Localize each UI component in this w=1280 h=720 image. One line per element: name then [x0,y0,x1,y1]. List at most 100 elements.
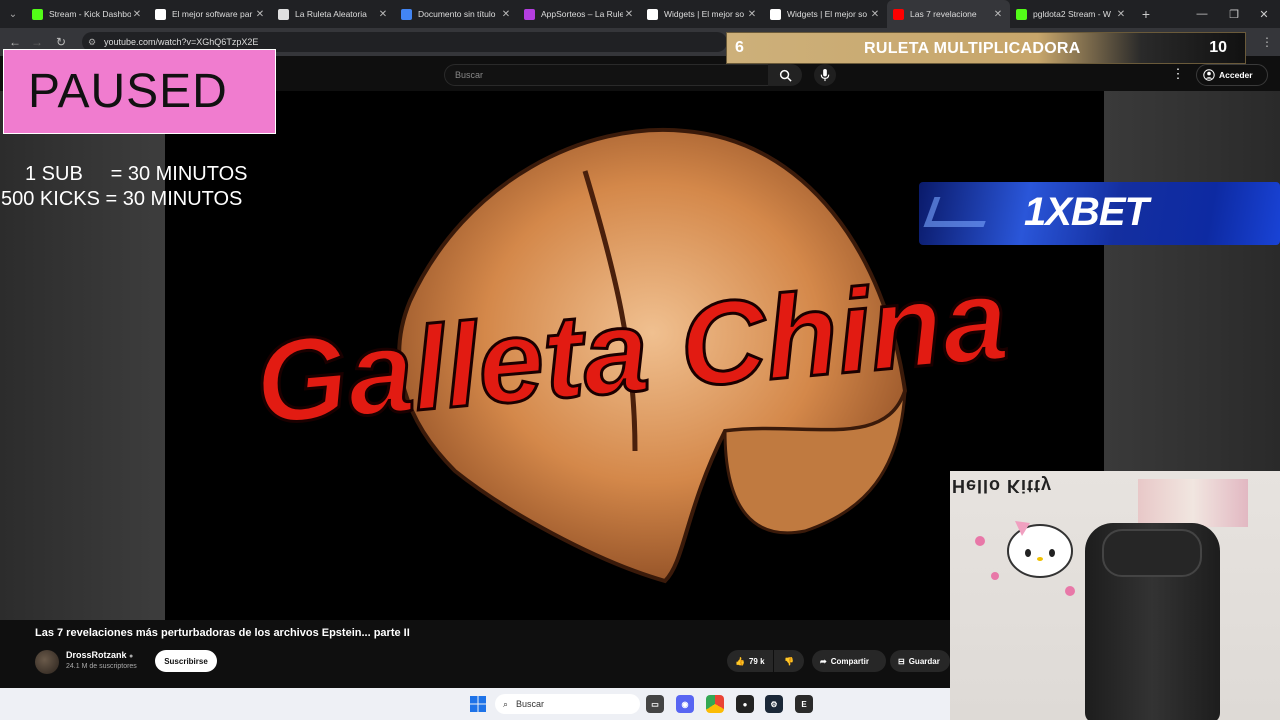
close-tab-icon[interactable]: ✕ [623,9,635,20]
roulette-widget: 6 RULETA MULTIPLICADORA 10 [726,32,1246,64]
share-icon: ➦ [820,656,827,666]
microphone-icon [820,68,830,81]
task-view-icon[interactable]: ▭ [646,695,664,713]
sign-in-button[interactable]: Acceder [1196,64,1268,86]
youtube-icon [893,8,904,20]
tab-title: La Ruleta Aleatoria [295,9,367,19]
channel-name[interactable]: DrossRotzank ● [66,650,133,660]
voice-search-button[interactable] [814,64,836,86]
tab-title: Las 7 revelacione [910,9,977,19]
account-icon [1203,69,1215,81]
paused-text: PAUSED [28,65,228,118]
like-button[interactable]: 👍 79 k [727,650,773,672]
youtube-search-button[interactable] [768,64,802,86]
tab-title: AppSorteos – La Rule [541,9,623,19]
like-count: 79 k [748,656,765,666]
browser-tab[interactable]: Widgets | El mejor so ✕ [641,0,764,28]
minimize-icon[interactable]: — [1186,0,1218,28]
browser-tab[interactable]: Documento sin título ✕ [395,0,518,28]
verified-icon: ● [129,653,134,660]
share-label: Compartir [830,656,869,666]
bookmark-icon: ⊟ [898,656,905,666]
docs-icon [401,8,412,20]
windows-start-icon[interactable] [469,695,487,713]
taskbar-search-icon: ⌕ [503,698,509,709]
search-icon [779,69,792,82]
url-text: youtube.com/watch?v=XGhQ6TzpX2E [104,37,259,47]
tab-title: Widgets | El mejor so [787,9,868,19]
browser-menu-icon[interactable]: ⋮ [1258,33,1276,51]
video-title[interactable]: Las 7 revelaciones más perturbadoras de … [35,627,410,639]
screen: ⌄ Stream - Kick Dashbo ✕ El mejor software… [0,0,1280,720]
roulette-title: RULETA MULTIPLICADORA [864,40,1081,57]
webcam-sign: Hello Kitty [952,476,1053,496]
discord-icon[interactable]: ◉ [676,695,694,713]
save-button[interactable]: ⊟ Guardar [890,650,950,672]
tab-strip: Stream - Kick Dashbo ✕ El mejor software p… [26,0,1133,28]
browser-tab[interactable]: Widgets | El mejor so ✕ [764,0,887,28]
sign-in-label: Acceder [1219,70,1253,80]
close-tab-icon[interactable]: ✕ [1115,9,1127,20]
subathon-rule-subs: 1 SUB = 30 MINUTOS [25,163,248,185]
globe-icon [278,8,289,20]
close-tab-icon[interactable]: ✕ [992,9,1004,20]
diamond-icon [155,8,166,20]
maximize-icon[interactable]: ❐ [1218,0,1250,28]
close-tab-icon[interactable]: ✕ [254,9,266,20]
more-options-icon[interactable]: ⋮ [1170,66,1186,84]
close-tab-icon[interactable]: ✕ [377,9,389,20]
close-tab-icon[interactable]: ✕ [746,9,758,20]
windows-taskbar: ▭ ◉ ● ⚙ E [0,688,950,720]
new-tab-button[interactable]: + [1133,6,1159,22]
hello-kitty-decal [975,521,1075,596]
taskbar-search[interactable]: ⌕ Buscar [495,694,640,714]
webcam-shelf [1138,479,1248,527]
tab-search-menu[interactable]: ⌄ [0,0,26,28]
channel-name-text: DrossRotzank [66,650,127,660]
thumbs-down-icon: 👎 [784,656,794,666]
channel-avatar[interactable] [35,650,59,674]
taskbar-search-label: Buscar [516,699,545,709]
roulette-left-value: 6 [735,39,744,56]
dislike-button[interactable]: 👎 [774,650,804,672]
browser-tab[interactable]: La Ruleta Aleatoria ✕ [272,0,395,28]
thumbs-up-icon: 👍 [735,656,745,666]
tab-title: El mejor software par [172,9,253,19]
subathon-rule-kicks: 500 KICKS = 30 MINUTOS [1,188,243,210]
kick-icon [32,8,43,20]
browser-tab[interactable]: El mejor software par ✕ [149,0,272,28]
browser-tab[interactable]: AppSorteos – La Rule ✕ [518,0,641,28]
diamond-icon [770,8,781,20]
youtube-search-input[interactable]: Buscar [444,64,768,86]
close-tab-icon[interactable]: ✕ [131,9,143,20]
subscriber-count: 24.1 M de suscriptores [66,663,137,670]
epic-games-icon[interactable]: E [795,695,813,713]
appsorteos-icon [524,8,535,20]
sponsor-logo: 1XBET [1024,190,1149,234]
webcam-feed: Hello Kitty [950,471,1280,720]
paused-overlay: PAUSED [3,49,276,134]
tab-title: Documento sin título [418,9,496,19]
right-background-panel [1104,91,1280,471]
steam-icon[interactable]: ⚙ [765,695,783,713]
diamond-icon [647,8,658,20]
roulette-right-value: 10 [1209,39,1227,56]
tab-title: pgldota2 Stream - W [1033,9,1111,19]
close-tab-icon[interactable]: ✕ [500,9,512,20]
share-button[interactable]: ➦ Compartir [812,650,886,672]
chair-headrest [1102,529,1202,577]
obs-icon[interactable]: ● [736,695,754,713]
save-label: Guardar [908,656,940,666]
subscribe-button[interactable]: Suscribirse [155,650,217,672]
kick-icon [1016,8,1027,20]
close-tab-icon[interactable]: ✕ [869,9,881,20]
site-info-icon[interactable]: ⚙ [88,37,96,48]
tab-title: Widgets | El mejor so [664,9,745,19]
browser-tab[interactable]: pgldota2 Stream - W ✕ [1010,0,1133,28]
sponsor-banner: 1XBET [919,182,1280,245]
browser-tab[interactable]: Las 7 revelacione ✕ [887,0,1010,28]
browser-tab[interactable]: Stream - Kick Dashbo ✕ [26,0,149,28]
tab-title: Stream - Kick Dashbo [49,9,131,19]
chrome-icon[interactable] [706,695,724,713]
close-window-icon[interactable]: ✕ [1248,0,1280,28]
